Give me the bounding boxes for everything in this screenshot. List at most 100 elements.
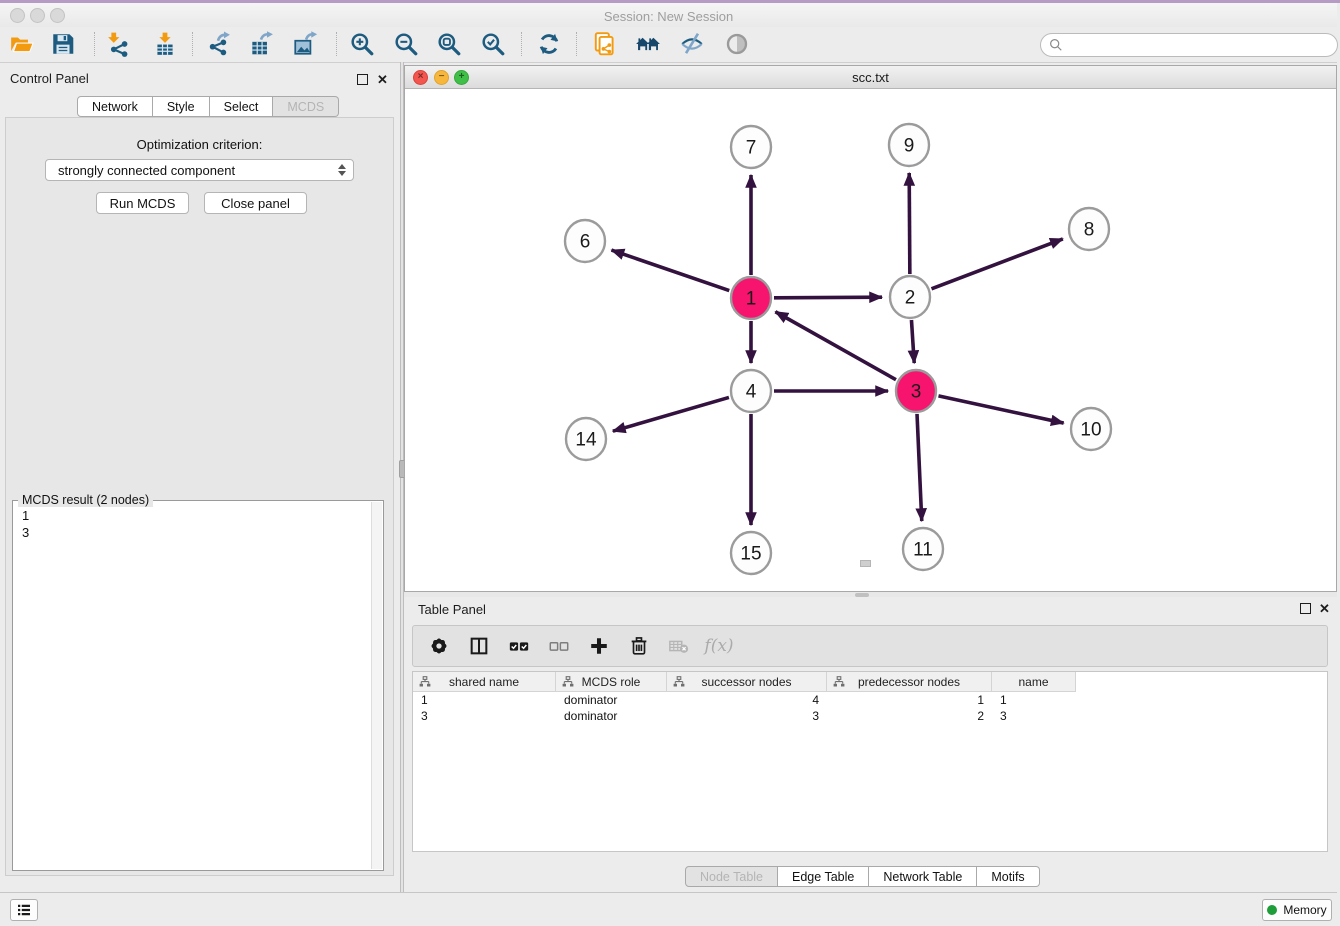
graph-node-10[interactable]: 10 — [1071, 408, 1111, 450]
criterion-dropdown[interactable]: strongly connected component — [45, 159, 354, 181]
edge-2-9[interactable] — [909, 173, 910, 274]
edge-4-14[interactable] — [613, 397, 729, 431]
search-icon — [1049, 38, 1063, 52]
delete-column-button[interactable] — [627, 634, 651, 658]
edge-3-1[interactable] — [775, 312, 896, 380]
graph-node-4[interactable]: 4 — [731, 370, 771, 412]
edge-1-6[interactable] — [611, 250, 729, 290]
column-header-name[interactable]: name — [992, 672, 1076, 692]
import-table-button[interactable] — [148, 29, 182, 59]
graph-node-9[interactable]: 9 — [889, 124, 929, 166]
control-panel-close-button[interactable]: ✕ — [377, 74, 388, 85]
edge-3-11[interactable] — [917, 414, 922, 521]
cell-name[interactable]: 3 — [992, 708, 1076, 724]
graph-node-14[interactable]: 14 — [566, 418, 606, 460]
tab-mcds[interactable]: MCDS — [273, 96, 339, 117]
table-panel-close-button[interactable]: ✕ — [1319, 603, 1330, 614]
save-session-button[interactable] — [46, 29, 80, 59]
zoom-selected-button[interactable] — [476, 29, 510, 59]
cell-name[interactable]: 1 — [992, 692, 1076, 708]
export-image-button[interactable] — [288, 29, 322, 59]
column-header-shared-name[interactable]: shared name — [413, 672, 556, 692]
search-input[interactable] — [1063, 37, 1317, 53]
cell-shared-name[interactable]: 1 — [413, 692, 556, 708]
new-network-from-selection-button[interactable] — [588, 29, 622, 59]
graph-node-6[interactable]: 6 — [565, 220, 605, 262]
mcds-result-title: MCDS result (2 nodes) — [18, 493, 153, 507]
tab-network[interactable]: Network — [77, 96, 153, 117]
zoom-fit-button[interactable] — [432, 29, 466, 59]
edge-2-3[interactable] — [911, 320, 914, 363]
control-panel-float-button[interactable] — [357, 74, 368, 85]
tab-motifs[interactable]: Motifs — [977, 866, 1039, 887]
cell-shared-name[interactable]: 3 — [413, 708, 556, 724]
show-columns-button[interactable] — [467, 634, 491, 658]
network-window-title: scc.txt — [405, 70, 1336, 85]
graph-node-1[interactable]: 1 — [731, 277, 771, 319]
select-all-rows-button[interactable] — [507, 634, 531, 658]
run-mcds-button[interactable]: Run MCDS — [96, 192, 189, 214]
zoom-out-button[interactable] — [389, 29, 423, 59]
open-file-button[interactable] — [5, 29, 39, 59]
deselect-all-rows-button[interactable] — [547, 634, 571, 658]
graph-node-7[interactable]: 7 — [731, 126, 771, 168]
edge-2-8[interactable] — [932, 239, 1063, 289]
memory-button[interactable]: Memory — [1262, 899, 1332, 921]
cell-predecessor-nodes[interactable]: 1 — [827, 692, 992, 708]
hide-selected-button[interactable] — [675, 29, 709, 59]
eye-slash-icon — [679, 31, 705, 57]
column-header-successor-nodes[interactable]: successor nodes — [667, 672, 827, 692]
delete-table-button-disabled[interactable] — [667, 634, 691, 658]
svg-text:3: 3 — [911, 382, 922, 403]
cell-successor-nodes[interactable]: 4 — [667, 692, 827, 708]
export-network-button[interactable] — [201, 29, 235, 59]
table-toolbar: f(x) — [412, 625, 1328, 667]
tab-edge-table[interactable]: Edge Table — [778, 866, 869, 887]
graph-node-11[interactable]: 11 — [903, 528, 943, 570]
tab-style[interactable]: Style — [153, 96, 210, 117]
tab-node-table[interactable]: Node Table — [685, 866, 778, 887]
show-all-button[interactable] — [720, 29, 754, 59]
search-field[interactable] — [1040, 33, 1338, 57]
table-row[interactable]: 3 dominator 3 2 3 — [413, 708, 1327, 724]
graph-node-3[interactable]: 3 — [896, 370, 936, 412]
graph-node-2[interactable]: 2 — [890, 276, 930, 318]
graph-node-8[interactable]: 8 — [1069, 208, 1109, 250]
svg-text:7: 7 — [746, 138, 757, 159]
cell-mcds-role[interactable]: dominator — [556, 692, 667, 708]
edge-3-10[interactable] — [938, 396, 1063, 423]
table-settings-button[interactable] — [427, 634, 451, 658]
svg-text:14: 14 — [575, 430, 597, 451]
network-window-titlebar: × − + scc.txt — [405, 66, 1336, 89]
canvas-resize-handle[interactable] — [860, 560, 871, 567]
export-table-button[interactable] — [244, 29, 278, 59]
table-row[interactable]: 1 dominator 4 1 1 — [413, 692, 1327, 708]
cell-successor-nodes[interactable]: 3 — [667, 708, 827, 724]
import-network-button[interactable] — [100, 29, 134, 59]
svg-text:6: 6 — [580, 232, 591, 253]
first-neighbors-button[interactable] — [631, 29, 665, 59]
cell-mcds-role[interactable]: dominator — [556, 708, 667, 724]
close-panel-button[interactable]: Close panel — [204, 192, 307, 214]
function-builder-button-disabled[interactable]: f(x) — [707, 634, 731, 658]
table-tabs: Node Table Edge Table Network Table Moti… — [685, 866, 1040, 887]
zoom-in-icon — [349, 31, 375, 57]
svg-text:9: 9 — [904, 136, 915, 157]
network-canvas[interactable]: 7 9 6 8 1 2 4 3 14 10 15 11 — [405, 89, 1336, 591]
refresh-view-button[interactable] — [532, 29, 566, 59]
result-scrollbar[interactable] — [371, 502, 382, 869]
task-history-button[interactable] — [10, 899, 38, 921]
column-header-predecessor-nodes[interactable]: predecessor nodes — [827, 672, 992, 692]
graph-node-15[interactable]: 15 — [731, 532, 771, 574]
tab-select[interactable]: Select — [210, 96, 274, 117]
export-table-icon — [248, 31, 274, 57]
edge-1-2[interactable] — [774, 297, 882, 298]
svg-text:2: 2 — [905, 288, 916, 309]
cell-predecessor-nodes[interactable]: 2 — [827, 708, 992, 724]
criterion-dropdown-value: strongly connected component — [58, 163, 235, 178]
create-column-button[interactable] — [587, 634, 611, 658]
column-header-mcds-role[interactable]: MCDS role — [556, 672, 667, 692]
zoom-in-button[interactable] — [345, 29, 379, 59]
table-panel-float-button[interactable] — [1300, 603, 1311, 614]
tab-network-table[interactable]: Network Table — [869, 866, 977, 887]
